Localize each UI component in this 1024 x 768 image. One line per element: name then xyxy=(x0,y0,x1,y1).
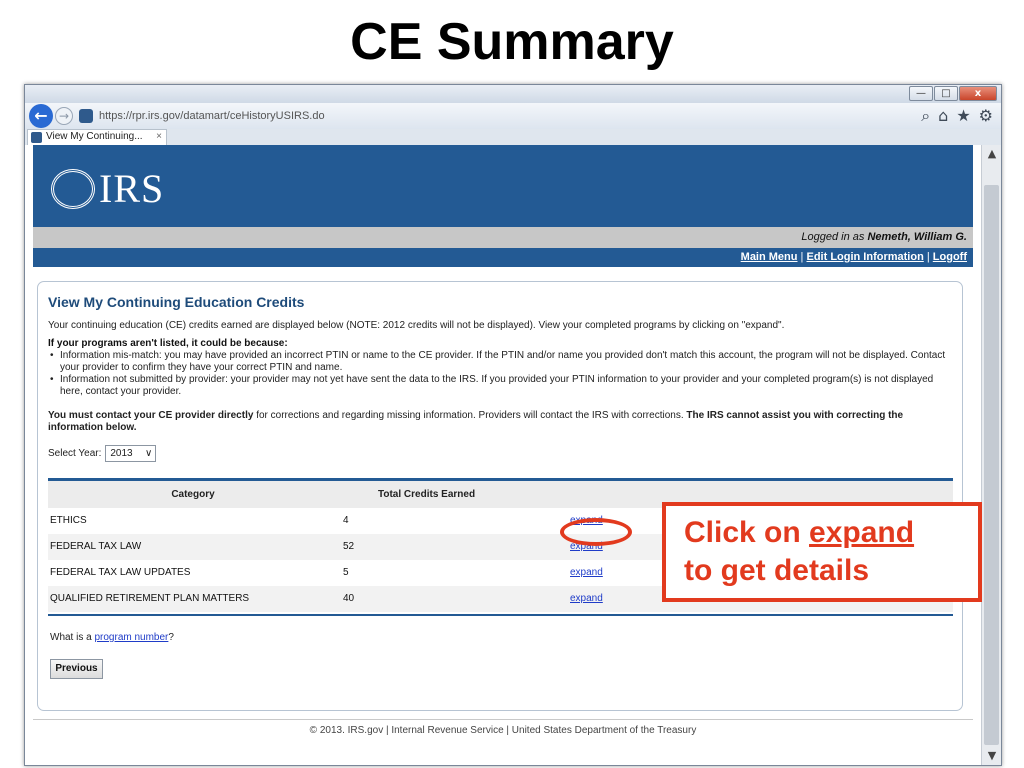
logged-in-user: Nemeth, William G. xyxy=(867,231,967,243)
intro-text: Your continuing education (CE) credits e… xyxy=(48,320,785,331)
home-icon[interactable]: ⌂ xyxy=(938,106,948,126)
page-footer: © 2013. IRS.gov | Internal Revenue Servi… xyxy=(309,725,697,736)
contact-note-text: for corrections and regarding missing in… xyxy=(253,410,687,421)
edit-login-link[interactable]: Edit Login Information xyxy=(806,251,923,263)
scroll-thumb[interactable] xyxy=(984,185,999,745)
reasons-list: Information mis-match: you may have prov… xyxy=(48,350,953,398)
favorites-star-icon[interactable]: ★ xyxy=(956,106,970,126)
back-button[interactable]: ← xyxy=(29,104,53,128)
irs-header: IRS xyxy=(33,145,973,227)
expand-link[interactable]: expand xyxy=(570,560,603,586)
select-year-label: Select Year: xyxy=(48,448,102,459)
irs-logo-text: IRS xyxy=(99,166,165,211)
main-menu-link[interactable]: Main Menu xyxy=(741,251,798,263)
gear-icon[interactable]: ⚙ xyxy=(979,106,993,126)
close-window-button[interactable]: x xyxy=(959,86,997,101)
browser-toolbar-icons: ⌕ ⌂ ★ ⚙ xyxy=(921,106,993,126)
page-title: View My Continuing Education Credits xyxy=(48,294,305,310)
reasons-title: If your programs aren't listed, it could… xyxy=(48,338,288,349)
category-cell: QUALIFIED RETIREMENT PLAN MATTERS xyxy=(50,593,250,604)
browser-window: — □ x ← → https://rpr.irs.gov/datamart/c… xyxy=(24,84,1002,766)
maximize-button[interactable]: □ xyxy=(934,86,958,101)
chevron-down-icon: ∨ xyxy=(145,448,153,459)
tab-strip: View My Continuing... × xyxy=(25,129,1001,145)
year-select[interactable]: 2013 ∨ xyxy=(105,445,157,462)
scroll-down-icon[interactable]: ▼ xyxy=(982,749,1001,765)
top-menu-bar: Main Menu | Edit Login Information | Log… xyxy=(33,248,973,267)
category-cell: FEDERAL TAX LAW xyxy=(50,541,142,552)
forward-button[interactable]: → xyxy=(55,107,73,125)
expand-link[interactable]: expand xyxy=(570,586,603,612)
column-header-category: Category xyxy=(171,489,215,500)
callout-prefix: Click on xyxy=(684,516,810,549)
tab-label: View My Continuing... xyxy=(46,131,143,142)
window-controls: — □ x xyxy=(909,86,997,101)
previous-button[interactable]: Previous xyxy=(50,659,103,679)
list-item: Information not submitted by provider: y… xyxy=(48,374,953,398)
window-titlebar: — □ x xyxy=(25,85,1001,103)
scroll-up-icon[interactable]: ▲ xyxy=(982,147,1001,163)
callout-expand-word: expand xyxy=(809,516,915,549)
list-item: Information mis-match: you may have prov… xyxy=(48,350,953,374)
callout-annotation: Click on expand to get details xyxy=(662,502,982,602)
tab-close-icon[interactable]: × xyxy=(156,130,162,144)
program-q-prefix: What is a xyxy=(50,632,95,643)
credits-cell: 52 xyxy=(343,541,355,552)
contact-note-bold: You must contact your CE provider direct… xyxy=(48,410,254,421)
login-status-bar: Logged in as Nemeth, William G. xyxy=(33,227,973,248)
callout-line-2: to get details xyxy=(684,554,870,587)
ce-credits-panel: View My Continuing Education Credits You… xyxy=(37,281,963,711)
browser-navbar: ← → https://rpr.irs.gov/datamart/ceHisto… xyxy=(25,103,1001,129)
category-cell: FEDERAL TAX LAW UPDATES xyxy=(50,567,191,578)
expand-highlight-oval xyxy=(560,518,632,546)
contact-note: You must contact your CE provider direct… xyxy=(48,410,953,434)
page-viewport: IRS Logged in as Nemeth, William G. Main… xyxy=(25,145,983,765)
irs-favicon-icon xyxy=(31,132,42,143)
address-bar[interactable]: https://rpr.irs.gov/datamart/ceHistoryUS… xyxy=(99,110,325,122)
category-cell: ETHICS xyxy=(50,515,87,526)
search-icon[interactable]: ⌕ xyxy=(921,106,930,126)
program-number-link[interactable]: program number xyxy=(94,632,168,643)
irs-favicon-icon xyxy=(79,109,93,123)
slide-title: CE Summary xyxy=(350,13,674,71)
irs-logo[interactable]: IRS xyxy=(51,165,164,212)
year-filter: Select Year: 2013 ∨ xyxy=(48,445,157,462)
tab-view-my-continuing[interactable]: View My Continuing... × xyxy=(27,129,167,145)
callout-line-1: Click on expand xyxy=(684,514,966,552)
credits-cell: 4 xyxy=(343,515,349,526)
credits-cell: 40 xyxy=(343,593,355,604)
year-select-value: 2013 xyxy=(110,448,133,459)
menu-separator: | xyxy=(923,251,933,263)
minimize-button[interactable]: — xyxy=(909,86,933,101)
table-divider xyxy=(48,614,953,616)
eagle-emblem-icon xyxy=(51,168,95,209)
column-header-total-credits: Total Credits Earned xyxy=(378,489,476,500)
program-number-help: What is a program number? xyxy=(50,632,174,643)
logged-in-label: Logged in as xyxy=(801,231,868,243)
program-q-suffix: ? xyxy=(168,632,174,643)
logoff-link[interactable]: Logoff xyxy=(933,251,967,263)
vertical-scrollbar[interactable]: ▲ ▼ xyxy=(981,145,1001,765)
credits-cell: 5 xyxy=(343,567,349,578)
